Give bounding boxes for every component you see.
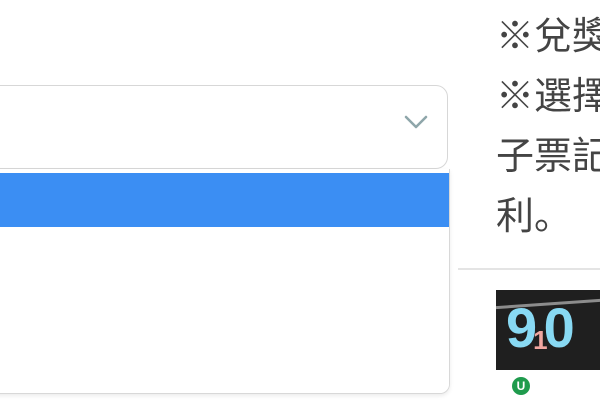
chevron-down-icon[interactable]: [401, 110, 431, 134]
badge-number-left: 9: [506, 296, 537, 359]
dropdown-option[interactable]: [0, 227, 449, 307]
u-icon: U: [512, 377, 530, 395]
dropdown-select[interactable]: [0, 85, 448, 169]
badge-number-right: 0: [543, 296, 575, 359]
right-text-line: 利。: [496, 194, 573, 238]
right-side-text: ※兌獎 ※選擇 子票記 利。: [496, 6, 600, 246]
badge-number: 910: [506, 300, 575, 368]
right-text-line: ※選擇: [496, 74, 600, 118]
dropdown-menu: [0, 169, 450, 394]
right-text-line: ※兌獎: [496, 14, 600, 58]
number-badge: 910: [496, 290, 600, 370]
section-divider: [458, 268, 600, 270]
dropdown-option[interactable]: [0, 307, 449, 393]
right-text-line: 子票記: [496, 134, 600, 178]
dropdown-option-highlighted[interactable]: [0, 173, 449, 227]
